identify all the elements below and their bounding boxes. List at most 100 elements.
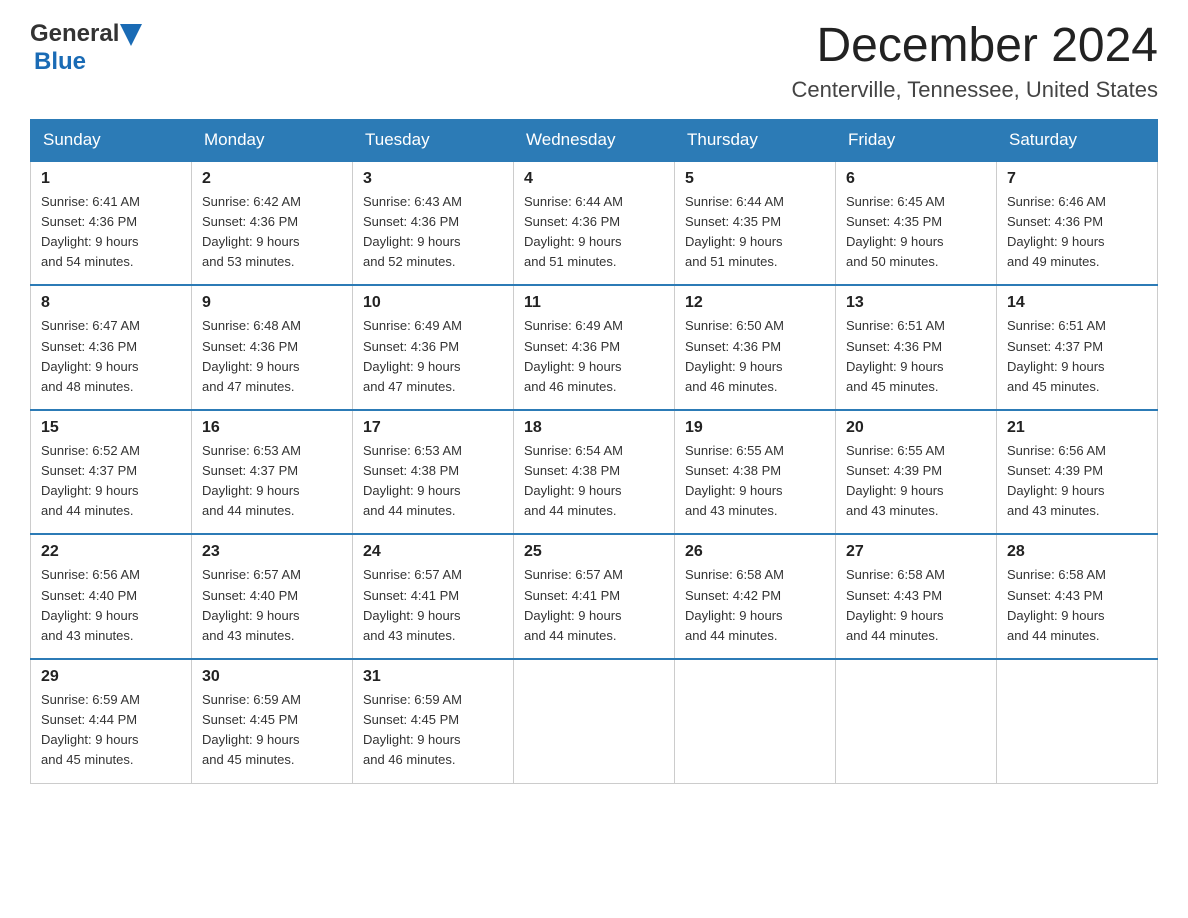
day-number: 11 bbox=[524, 294, 664, 312]
week-row-5: 29 Sunrise: 6:59 AM Sunset: 4:44 PM Dayl… bbox=[31, 659, 1158, 783]
day-number: 28 bbox=[1007, 543, 1147, 561]
calendar-cell bbox=[675, 659, 836, 783]
day-number: 27 bbox=[846, 543, 986, 561]
week-row-1: 1 Sunrise: 6:41 AM Sunset: 4:36 PM Dayli… bbox=[31, 161, 1158, 286]
day-info: Sunrise: 6:41 AM Sunset: 4:36 PM Dayligh… bbox=[41, 192, 181, 273]
logo-blue-text: Blue bbox=[34, 48, 86, 75]
day-number: 29 bbox=[41, 668, 181, 686]
calendar-cell: 13 Sunrise: 6:51 AM Sunset: 4:36 PM Dayl… bbox=[836, 285, 997, 410]
week-row-3: 15 Sunrise: 6:52 AM Sunset: 4:37 PM Dayl… bbox=[31, 410, 1158, 535]
calendar-header-row: SundayMondayTuesdayWednesdayThursdayFrid… bbox=[31, 119, 1158, 161]
day-info: Sunrise: 6:43 AM Sunset: 4:36 PM Dayligh… bbox=[363, 192, 503, 273]
day-info: Sunrise: 6:52 AM Sunset: 4:37 PM Dayligh… bbox=[41, 441, 181, 522]
day-info: Sunrise: 6:59 AM Sunset: 4:45 PM Dayligh… bbox=[202, 690, 342, 771]
header-saturday: Saturday bbox=[997, 119, 1158, 161]
day-number: 2 bbox=[202, 170, 342, 188]
page-header: General Blue December 2024 Centerville, … bbox=[30, 20, 1158, 103]
day-number: 15 bbox=[41, 419, 181, 437]
calendar-cell bbox=[997, 659, 1158, 783]
calendar-cell: 21 Sunrise: 6:56 AM Sunset: 4:39 PM Dayl… bbox=[997, 410, 1158, 535]
day-info: Sunrise: 6:57 AM Sunset: 4:41 PM Dayligh… bbox=[524, 565, 664, 646]
title-area: December 2024 Centerville, Tennessee, Un… bbox=[792, 20, 1158, 103]
calendar-cell: 26 Sunrise: 6:58 AM Sunset: 4:42 PM Dayl… bbox=[675, 534, 836, 659]
day-number: 8 bbox=[41, 294, 181, 312]
day-number: 31 bbox=[363, 668, 503, 686]
day-info: Sunrise: 6:47 AM Sunset: 4:36 PM Dayligh… bbox=[41, 316, 181, 397]
day-info: Sunrise: 6:59 AM Sunset: 4:45 PM Dayligh… bbox=[363, 690, 503, 771]
day-info: Sunrise: 6:58 AM Sunset: 4:43 PM Dayligh… bbox=[1007, 565, 1147, 646]
calendar-cell: 2 Sunrise: 6:42 AM Sunset: 4:36 PM Dayli… bbox=[192, 161, 353, 286]
day-number: 18 bbox=[524, 419, 664, 437]
calendar-cell: 25 Sunrise: 6:57 AM Sunset: 4:41 PM Dayl… bbox=[514, 534, 675, 659]
calendar-cell: 28 Sunrise: 6:58 AM Sunset: 4:43 PM Dayl… bbox=[997, 534, 1158, 659]
day-number: 21 bbox=[1007, 419, 1147, 437]
header-tuesday: Tuesday bbox=[353, 119, 514, 161]
calendar-cell: 9 Sunrise: 6:48 AM Sunset: 4:36 PM Dayli… bbox=[192, 285, 353, 410]
day-number: 23 bbox=[202, 543, 342, 561]
logo: General Blue bbox=[30, 20, 142, 76]
day-info: Sunrise: 6:46 AM Sunset: 4:36 PM Dayligh… bbox=[1007, 192, 1147, 273]
day-number: 25 bbox=[524, 543, 664, 561]
calendar-cell: 10 Sunrise: 6:49 AM Sunset: 4:36 PM Dayl… bbox=[353, 285, 514, 410]
day-number: 13 bbox=[846, 294, 986, 312]
calendar-cell: 27 Sunrise: 6:58 AM Sunset: 4:43 PM Dayl… bbox=[836, 534, 997, 659]
day-number: 22 bbox=[41, 543, 181, 561]
calendar-cell: 11 Sunrise: 6:49 AM Sunset: 4:36 PM Dayl… bbox=[514, 285, 675, 410]
calendar-cell: 15 Sunrise: 6:52 AM Sunset: 4:37 PM Dayl… bbox=[31, 410, 192, 535]
day-number: 14 bbox=[1007, 294, 1147, 312]
day-number: 16 bbox=[202, 419, 342, 437]
day-info: Sunrise: 6:44 AM Sunset: 4:36 PM Dayligh… bbox=[524, 192, 664, 273]
day-info: Sunrise: 6:57 AM Sunset: 4:41 PM Dayligh… bbox=[363, 565, 503, 646]
day-info: Sunrise: 6:49 AM Sunset: 4:36 PM Dayligh… bbox=[524, 316, 664, 397]
day-info: Sunrise: 6:55 AM Sunset: 4:39 PM Dayligh… bbox=[846, 441, 986, 522]
calendar-cell: 30 Sunrise: 6:59 AM Sunset: 4:45 PM Dayl… bbox=[192, 659, 353, 783]
calendar-cell: 6 Sunrise: 6:45 AM Sunset: 4:35 PM Dayli… bbox=[836, 161, 997, 286]
day-info: Sunrise: 6:59 AM Sunset: 4:44 PM Dayligh… bbox=[41, 690, 181, 771]
day-info: Sunrise: 6:44 AM Sunset: 4:35 PM Dayligh… bbox=[685, 192, 825, 273]
day-number: 4 bbox=[524, 170, 664, 188]
day-info: Sunrise: 6:50 AM Sunset: 4:36 PM Dayligh… bbox=[685, 316, 825, 397]
day-info: Sunrise: 6:58 AM Sunset: 4:42 PM Dayligh… bbox=[685, 565, 825, 646]
calendar-cell: 1 Sunrise: 6:41 AM Sunset: 4:36 PM Dayli… bbox=[31, 161, 192, 286]
calendar-cell: 4 Sunrise: 6:44 AM Sunset: 4:36 PM Dayli… bbox=[514, 161, 675, 286]
day-info: Sunrise: 6:51 AM Sunset: 4:36 PM Dayligh… bbox=[846, 316, 986, 397]
calendar-cell bbox=[514, 659, 675, 783]
day-info: Sunrise: 6:56 AM Sunset: 4:40 PM Dayligh… bbox=[41, 565, 181, 646]
day-number: 17 bbox=[363, 419, 503, 437]
day-info: Sunrise: 6:54 AM Sunset: 4:38 PM Dayligh… bbox=[524, 441, 664, 522]
calendar-cell: 18 Sunrise: 6:54 AM Sunset: 4:38 PM Dayl… bbox=[514, 410, 675, 535]
day-info: Sunrise: 6:49 AM Sunset: 4:36 PM Dayligh… bbox=[363, 316, 503, 397]
day-info: Sunrise: 6:42 AM Sunset: 4:36 PM Dayligh… bbox=[202, 192, 342, 273]
header-friday: Friday bbox=[836, 119, 997, 161]
day-number: 9 bbox=[202, 294, 342, 312]
calendar-cell: 23 Sunrise: 6:57 AM Sunset: 4:40 PM Dayl… bbox=[192, 534, 353, 659]
month-title: December 2024 bbox=[792, 20, 1158, 73]
calendar-cell: 22 Sunrise: 6:56 AM Sunset: 4:40 PM Dayl… bbox=[31, 534, 192, 659]
calendar-cell: 14 Sunrise: 6:51 AM Sunset: 4:37 PM Dayl… bbox=[997, 285, 1158, 410]
logo-general-text: General bbox=[30, 20, 119, 48]
day-number: 26 bbox=[685, 543, 825, 561]
day-number: 6 bbox=[846, 170, 986, 188]
logo-triangle-icon bbox=[120, 24, 142, 46]
calendar-cell: 29 Sunrise: 6:59 AM Sunset: 4:44 PM Dayl… bbox=[31, 659, 192, 783]
calendar-cell: 24 Sunrise: 6:57 AM Sunset: 4:41 PM Dayl… bbox=[353, 534, 514, 659]
calendar-cell: 7 Sunrise: 6:46 AM Sunset: 4:36 PM Dayli… bbox=[997, 161, 1158, 286]
day-info: Sunrise: 6:56 AM Sunset: 4:39 PM Dayligh… bbox=[1007, 441, 1147, 522]
day-info: Sunrise: 6:58 AM Sunset: 4:43 PM Dayligh… bbox=[846, 565, 986, 646]
day-number: 12 bbox=[685, 294, 825, 312]
day-info: Sunrise: 6:55 AM Sunset: 4:38 PM Dayligh… bbox=[685, 441, 825, 522]
calendar-cell: 3 Sunrise: 6:43 AM Sunset: 4:36 PM Dayli… bbox=[353, 161, 514, 286]
calendar-cell: 31 Sunrise: 6:59 AM Sunset: 4:45 PM Dayl… bbox=[353, 659, 514, 783]
day-info: Sunrise: 6:48 AM Sunset: 4:36 PM Dayligh… bbox=[202, 316, 342, 397]
header-monday: Monday bbox=[192, 119, 353, 161]
day-number: 19 bbox=[685, 419, 825, 437]
week-row-2: 8 Sunrise: 6:47 AM Sunset: 4:36 PM Dayli… bbox=[31, 285, 1158, 410]
calendar-cell: 16 Sunrise: 6:53 AM Sunset: 4:37 PM Dayl… bbox=[192, 410, 353, 535]
day-number: 7 bbox=[1007, 170, 1147, 188]
day-number: 10 bbox=[363, 294, 503, 312]
calendar-cell: 8 Sunrise: 6:47 AM Sunset: 4:36 PM Dayli… bbox=[31, 285, 192, 410]
week-row-4: 22 Sunrise: 6:56 AM Sunset: 4:40 PM Dayl… bbox=[31, 534, 1158, 659]
header-sunday: Sunday bbox=[31, 119, 192, 161]
day-info: Sunrise: 6:45 AM Sunset: 4:35 PM Dayligh… bbox=[846, 192, 986, 273]
calendar-cell: 5 Sunrise: 6:44 AM Sunset: 4:35 PM Dayli… bbox=[675, 161, 836, 286]
